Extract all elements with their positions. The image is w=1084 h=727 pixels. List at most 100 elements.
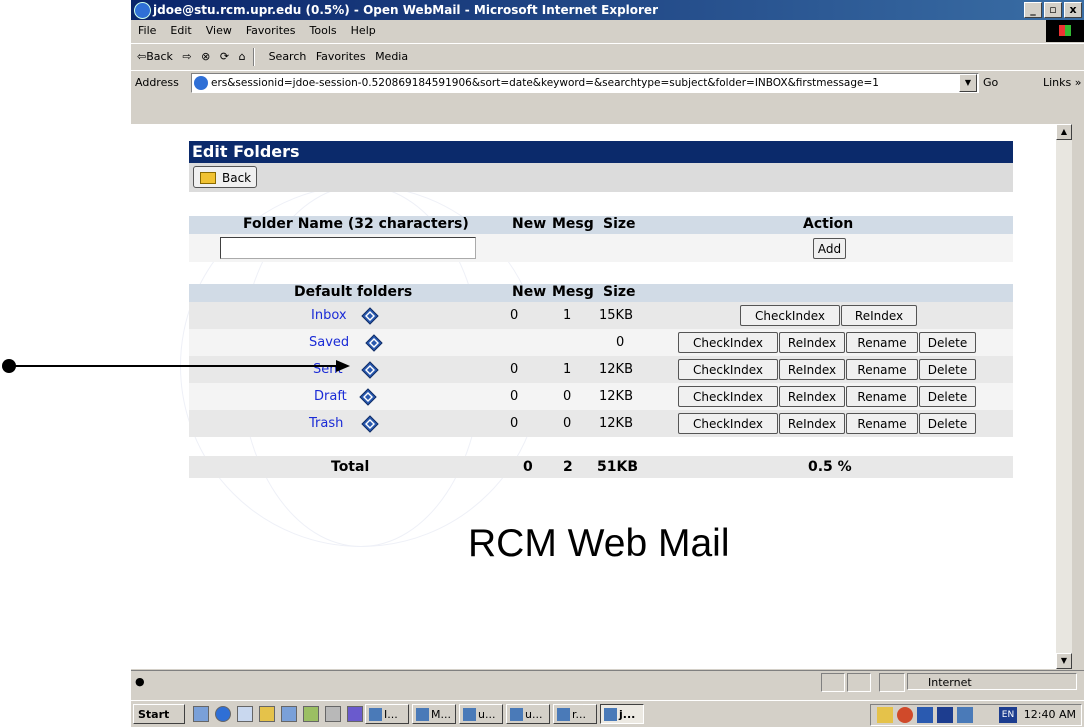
task-4[interactable]: u... (506, 704, 550, 724)
header-size: Size (603, 284, 636, 300)
total-row: Total 0 2 51KB 0.5 % (189, 456, 1013, 478)
tray-icon[interactable] (957, 707, 973, 723)
stop-button[interactable]: ⊗ (201, 44, 210, 70)
back-to-mail-button[interactable]: Back (193, 166, 257, 188)
brand-title: RCM Web Mail (468, 522, 730, 565)
trash-checkindex-button[interactable]: CheckIndex (678, 413, 778, 434)
vertical-scrollbar[interactable]: ▲ ▼ (1056, 124, 1072, 669)
folder-link-trash[interactable]: Trash (309, 410, 343, 437)
inbox-reindex-button[interactable]: ReIndex (841, 305, 917, 326)
tray-icon[interactable] (917, 707, 933, 723)
menu-view[interactable]: View (206, 24, 232, 37)
folder-diamond-icon[interactable] (361, 415, 379, 433)
maximize-button[interactable]: ▫ (1044, 2, 1062, 18)
page-title: Edit Folders (189, 141, 1013, 163)
status-cell (847, 673, 871, 692)
folder-diamond-icon[interactable] (359, 388, 377, 406)
task-2[interactable]: M... (412, 704, 456, 724)
search-button[interactable]: Search (269, 44, 307, 70)
folder-diamond-icon[interactable] (361, 361, 379, 379)
outlook-icon[interactable] (237, 706, 253, 722)
favorites-button[interactable]: Favorites (316, 44, 366, 70)
folder-back-icon (200, 172, 216, 184)
toolbar: ⇦Back ⇨ ⊗ ⟳ ⌂ Search Favorites Media (131, 43, 1084, 70)
sent-mesg: 1 (563, 362, 572, 377)
menu-favorites[interactable]: Favorites (246, 24, 296, 37)
sent-delete-button[interactable]: Delete (919, 359, 976, 380)
tray-icon[interactable] (937, 707, 953, 723)
forward-button[interactable]: ⇨ (182, 44, 191, 70)
menu-edit[interactable]: Edit (170, 24, 191, 37)
back-label: Back (222, 171, 252, 185)
menu-help[interactable]: Help (351, 24, 376, 37)
folder-link-draft[interactable]: Draft (314, 383, 347, 410)
action-bar (189, 163, 1013, 192)
draft-reindex-button[interactable]: ReIndex (779, 386, 845, 407)
scroll-down-icon[interactable]: ▼ (1056, 653, 1072, 669)
trash-rename-button[interactable]: Rename (846, 413, 918, 434)
folder-diamond-icon[interactable] (361, 307, 379, 325)
zone-cell: Internet (907, 673, 1077, 690)
draft-rename-button[interactable]: Rename (846, 386, 918, 407)
task-3[interactable]: u... (459, 704, 503, 724)
home-button[interactable]: ⌂ (239, 44, 246, 70)
minimize-button[interactable]: _ (1024, 2, 1042, 18)
window-title: jdoe@stu.rcm.upr.edu (0.5%) - Open WebMa… (153, 3, 658, 17)
desktop-icon[interactable] (193, 706, 209, 722)
folder-name-input[interactable] (220, 237, 476, 259)
default-folders-header: Default folders New Mesg Size (189, 284, 1013, 302)
inbox-size: 15KB (599, 308, 633, 323)
sent-size: 12KB (599, 362, 633, 377)
header-new: New (512, 284, 547, 300)
zone-label: Internet (928, 676, 972, 689)
saved-delete-button[interactable]: Delete (919, 332, 976, 353)
folder-link-inbox[interactable]: Inbox (311, 302, 347, 329)
start-button[interactable]: Start (133, 704, 185, 724)
draft-checkindex-button[interactable]: CheckIndex (678, 386, 778, 407)
ie-icon[interactable] (215, 706, 231, 722)
add-folder-button[interactable]: Add (813, 238, 846, 259)
ie-icon (134, 2, 151, 19)
close-button[interactable]: x (1064, 2, 1082, 18)
sent-checkindex-button[interactable]: CheckIndex (678, 359, 778, 380)
inbox-checkindex-button[interactable]: CheckIndex (740, 305, 840, 326)
sent-rename-button[interactable]: Rename (846, 359, 918, 380)
tray-icon[interactable] (897, 707, 913, 723)
task-1[interactable]: I... (365, 704, 409, 724)
menu-tools[interactable]: Tools (310, 24, 337, 37)
page-status-icon: ● (135, 675, 145, 688)
total-new: 0 (523, 459, 533, 475)
task-5[interactable]: r... (553, 704, 597, 724)
windows-logo-icon (1046, 20, 1084, 42)
address-input[interactable]: ers&sessionid=jdoe-session-0.52086918459… (191, 73, 979, 93)
trash-reindex-button[interactable]: ReIndex (779, 413, 845, 434)
language-indicator[interactable]: EN (999, 707, 1017, 723)
mail-icon[interactable] (259, 706, 275, 722)
sent-reindex-button[interactable]: ReIndex (779, 359, 845, 380)
scroll-up-icon[interactable]: ▲ (1056, 124, 1072, 140)
folder-diamond-icon[interactable] (365, 334, 383, 352)
saved-checkindex-button[interactable]: CheckIndex (678, 332, 778, 353)
draft-delete-button[interactable]: Delete (919, 386, 976, 407)
inbox-new: 0 (510, 308, 519, 323)
saved-rename-button[interactable]: Rename (846, 332, 918, 353)
saved-size: 0 (616, 335, 625, 350)
back-button[interactable]: ⇦Back (137, 44, 173, 70)
inbox-mesg: 1 (563, 308, 572, 323)
links-button[interactable]: Links » (1043, 71, 1081, 95)
app-icon[interactable] (325, 706, 341, 722)
tray-icon[interactable] (877, 707, 893, 723)
folder-link-saved[interactable]: Saved (309, 329, 349, 356)
refresh-button[interactable]: ⟳ (220, 44, 229, 70)
app-icon[interactable] (281, 706, 297, 722)
address-dropdown-icon[interactable]: ▼ (959, 74, 977, 92)
task-6-active[interactable]: j... (600, 704, 644, 724)
app-icon[interactable] (303, 706, 319, 722)
go-button[interactable]: Go (983, 71, 998, 95)
menu-file[interactable]: File (138, 24, 156, 37)
saved-reindex-button[interactable]: ReIndex (779, 332, 845, 353)
clock: 12:40 AM (1023, 708, 1076, 721)
app-icon[interactable] (347, 706, 363, 722)
trash-delete-button[interactable]: Delete (919, 413, 976, 434)
media-button[interactable]: Media (375, 44, 408, 70)
